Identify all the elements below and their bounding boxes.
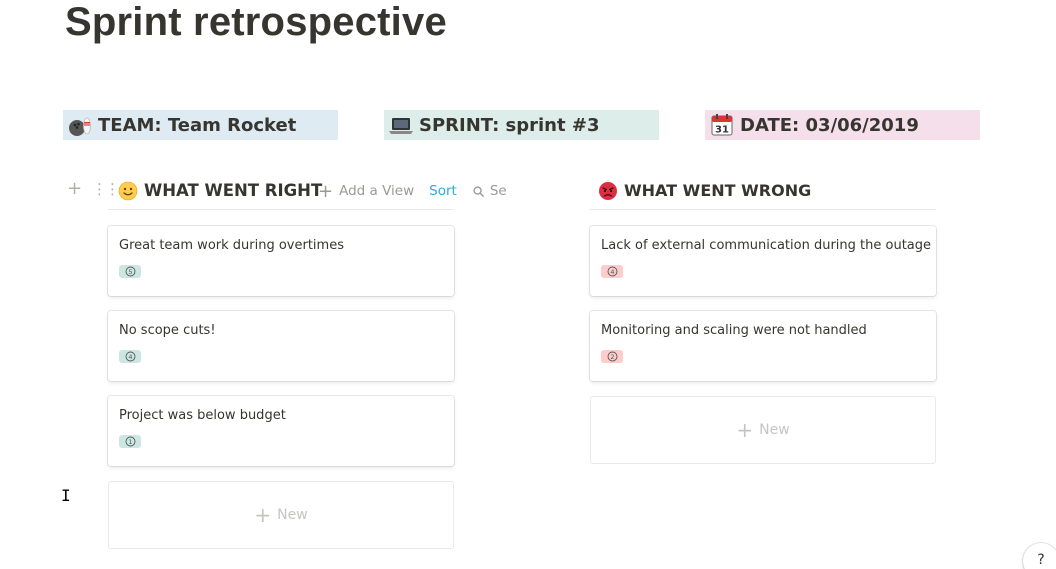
search-button[interactable]: Se	[473, 183, 507, 199]
angry-face-icon	[598, 181, 618, 201]
date-label: DATE: 03/06/2019	[740, 114, 919, 136]
smiling-face-icon	[118, 181, 138, 201]
rating-circle-icon: 2	[607, 351, 617, 362]
rating-value: 1	[128, 438, 132, 446]
new-card-button[interactable]: + New	[108, 481, 454, 549]
add-view-label: Add a View	[339, 183, 415, 199]
rating-circle-icon: 5	[125, 266, 135, 277]
board-card[interactable]: Great team work during overtimes 5	[108, 226, 454, 296]
add-view-button[interactable]: + Add a View	[318, 181, 414, 202]
plus-icon: +	[254, 503, 272, 527]
date-callout[interactable]: 31 DATE: 03/06/2019	[705, 110, 980, 140]
rating-circle-icon: 4	[125, 351, 135, 362]
rating-circle-icon: 1	[125, 436, 135, 447]
column-header: WHAT WENT RIGHT + Add a View Sort Se	[108, 172, 507, 210]
column-header: WHAT WENT WRONG	[590, 172, 936, 210]
rating-value: 5	[128, 268, 132, 276]
laptop-icon	[388, 112, 414, 138]
board-card[interactable]: Monitoring and scaling were not handled …	[590, 311, 936, 381]
search-icon	[473, 185, 484, 197]
plus-icon: +	[318, 180, 334, 202]
column-title[interactable]: WHAT WENT WRONG	[624, 181, 811, 200]
board-toolbar: + Add a View Sort Se	[318, 172, 507, 210]
card-list: Lack of external communication during th…	[590, 210, 936, 464]
new-card-label: New	[759, 422, 790, 438]
card-title: No scope cuts!	[119, 323, 216, 338]
card-title: Lack of external communication during th…	[601, 238, 932, 253]
rating-tag[interactable]: 4	[601, 265, 623, 278]
new-card-button[interactable]: + New	[590, 396, 936, 464]
card-title: Monitoring and scaling were not handled	[601, 323, 867, 338]
team-callout[interactable]: TEAM: Team Rocket	[63, 110, 338, 140]
rating-value: 2	[610, 353, 614, 361]
rating-tag[interactable]: 5	[119, 265, 141, 278]
sprint-callout[interactable]: SPRINT: sprint #3	[384, 110, 659, 140]
column-title[interactable]: WHAT WENT RIGHT	[144, 181, 322, 200]
bowling-icon	[67, 112, 93, 138]
add-block-icon[interactable]: +	[67, 178, 82, 199]
card-list: Great team work during overtimes 5 No sc…	[108, 210, 454, 549]
rating-value: 4	[128, 353, 132, 361]
board-card[interactable]: No scope cuts! 4	[108, 311, 454, 381]
text-cursor-icon: I	[61, 486, 71, 505]
team-label: TEAM: Team Rocket	[98, 114, 297, 136]
plus-icon: +	[736, 418, 754, 442]
search-label: Se	[489, 183, 507, 199]
rating-value: 4	[610, 268, 614, 276]
board-column-right: WHAT WENT RIGHT + Add a View Sort Se Gre…	[108, 172, 507, 549]
sort-button[interactable]: Sort	[429, 183, 457, 199]
page-title[interactable]: Sprint retrospective	[65, 0, 447, 45]
rating-tag[interactable]: 2	[601, 350, 623, 363]
card-title: Project was below budget	[119, 408, 286, 423]
sprint-label: SPRINT: sprint #3	[419, 114, 600, 136]
calendar-icon: 31	[709, 112, 735, 138]
calendar-day: 31	[715, 125, 729, 136]
board-card[interactable]: Project was below budget 1	[108, 396, 454, 466]
rating-tag[interactable]: 1	[119, 435, 141, 448]
help-button[interactable]: ?	[1023, 543, 1056, 569]
board-column-wrong: WHAT WENT WRONG Lack of external communi…	[590, 172, 936, 464]
card-title: Great team work during overtimes	[119, 238, 344, 253]
new-card-label: New	[277, 507, 308, 523]
rating-tag[interactable]: 4	[119, 350, 141, 363]
board-card[interactable]: Lack of external communication during th…	[590, 226, 936, 296]
rating-circle-icon: 4	[607, 266, 617, 277]
